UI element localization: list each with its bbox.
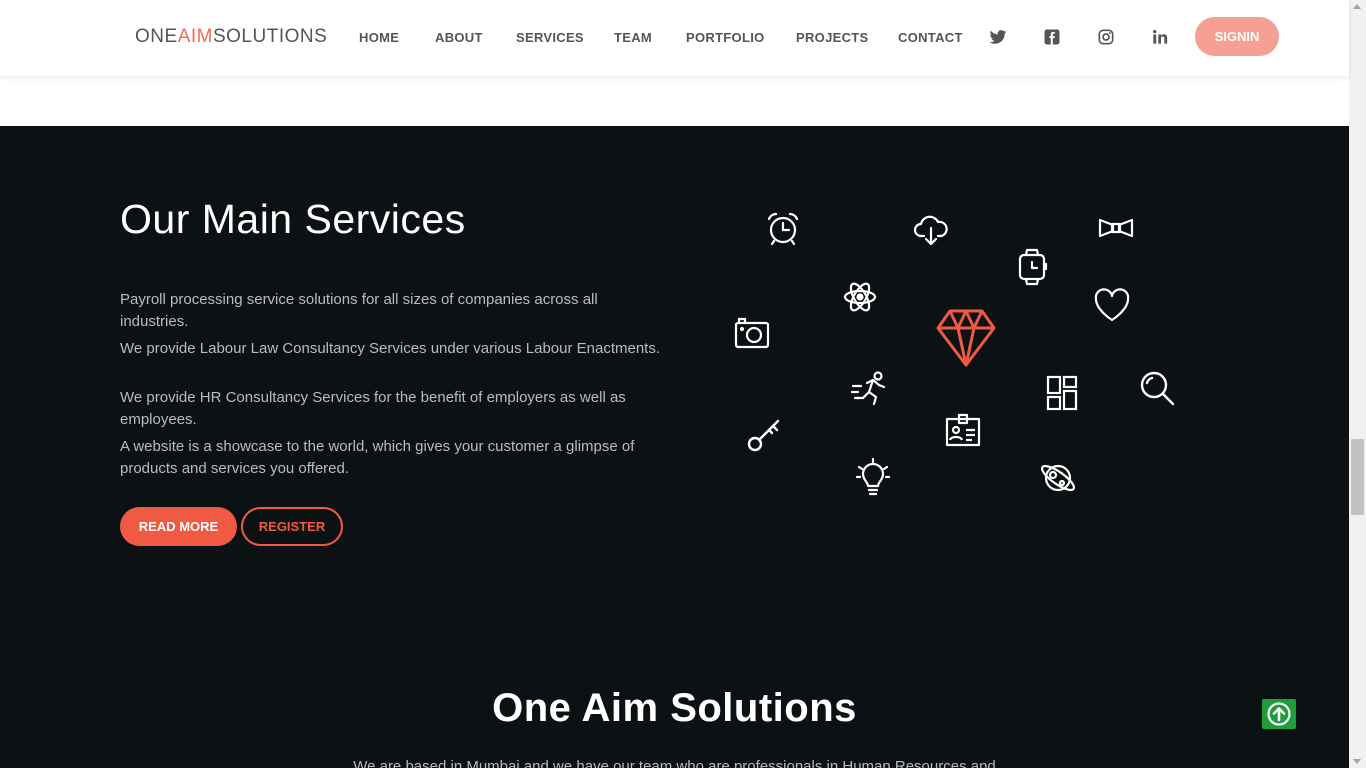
key-icon bbox=[746, 418, 784, 454]
scroll-down-arrow-icon[interactable] bbox=[1353, 759, 1361, 764]
linkedin-icon[interactable] bbox=[1150, 27, 1170, 47]
camera-icon bbox=[734, 316, 770, 350]
nav-contact[interactable]: CONTACT bbox=[898, 30, 963, 45]
nav-services[interactable]: SERVICES bbox=[516, 30, 584, 45]
header-spacer bbox=[0, 76, 1349, 126]
arrow-up-circle-icon bbox=[1267, 702, 1291, 726]
diamond-icon bbox=[935, 308, 997, 368]
search-icon bbox=[1138, 369, 1176, 407]
bow-tie-icon bbox=[1097, 214, 1135, 242]
signin-button[interactable]: SIGNIN bbox=[1195, 17, 1279, 56]
dashboard-icon bbox=[1045, 374, 1079, 412]
nav-about[interactable]: ABOUT bbox=[435, 30, 483, 45]
nav-team[interactable]: TEAM bbox=[614, 30, 652, 45]
nav-home[interactable]: HOME bbox=[359, 30, 399, 45]
facebook-icon[interactable] bbox=[1042, 27, 1062, 47]
nav-projects[interactable]: PROJECTS bbox=[796, 30, 868, 45]
runner-icon bbox=[850, 370, 888, 406]
scroll-thumb[interactable] bbox=[1351, 439, 1364, 515]
atom-icon bbox=[842, 279, 878, 315]
service-paragraph-hr: We provide HR Consultancy Services for t… bbox=[120, 389, 626, 428]
logo-part-aim: AIM bbox=[177, 26, 213, 47]
about-text: We are based in Mumbai and we have our t… bbox=[353, 758, 996, 768]
logo[interactable]: ONEAIMSOLUTIONS bbox=[135, 26, 327, 48]
scroll-up-arrow-icon[interactable] bbox=[1353, 4, 1361, 9]
services-section: Our Main Services Payroll processing ser… bbox=[0, 126, 1349, 768]
services-title: Our Main Services bbox=[120, 196, 466, 242]
planet-icon bbox=[1038, 458, 1078, 498]
cloud-download-icon bbox=[913, 212, 949, 248]
read-more-button[interactable]: READ MORE bbox=[120, 507, 237, 546]
logo-part-one: ONE bbox=[135, 26, 178, 47]
logo-part-solutions: SOLUTIONS bbox=[212, 26, 328, 47]
service-paragraph-website: A website is a showcase to the world, wh… bbox=[120, 438, 635, 477]
alarm-clock-icon bbox=[765, 210, 801, 246]
back-to-top-button[interactable] bbox=[1262, 699, 1296, 729]
nav-portfolio[interactable]: PORTFOLIO bbox=[686, 30, 765, 45]
register-button[interactable]: REGISTER bbox=[241, 507, 343, 546]
service-paragraph-payroll: Payroll processing service solutions for… bbox=[120, 291, 598, 330]
instagram-icon[interactable] bbox=[1096, 27, 1116, 47]
heart-icon bbox=[1093, 287, 1131, 323]
header: ONEAIMSOLUTIONS HOME ABOUT SERVICES TEAM… bbox=[0, 0, 1349, 76]
scrollbar[interactable] bbox=[1349, 0, 1366, 768]
smartwatch-icon bbox=[1014, 247, 1050, 287]
id-card-icon bbox=[944, 411, 982, 449]
service-paragraph-labour-law: We provide Labour Law Consultancy Servic… bbox=[120, 340, 661, 357]
about-title: One Aim Solutions bbox=[492, 686, 857, 730]
twitter-icon[interactable] bbox=[988, 27, 1008, 47]
lightbulb-icon bbox=[855, 457, 891, 497]
